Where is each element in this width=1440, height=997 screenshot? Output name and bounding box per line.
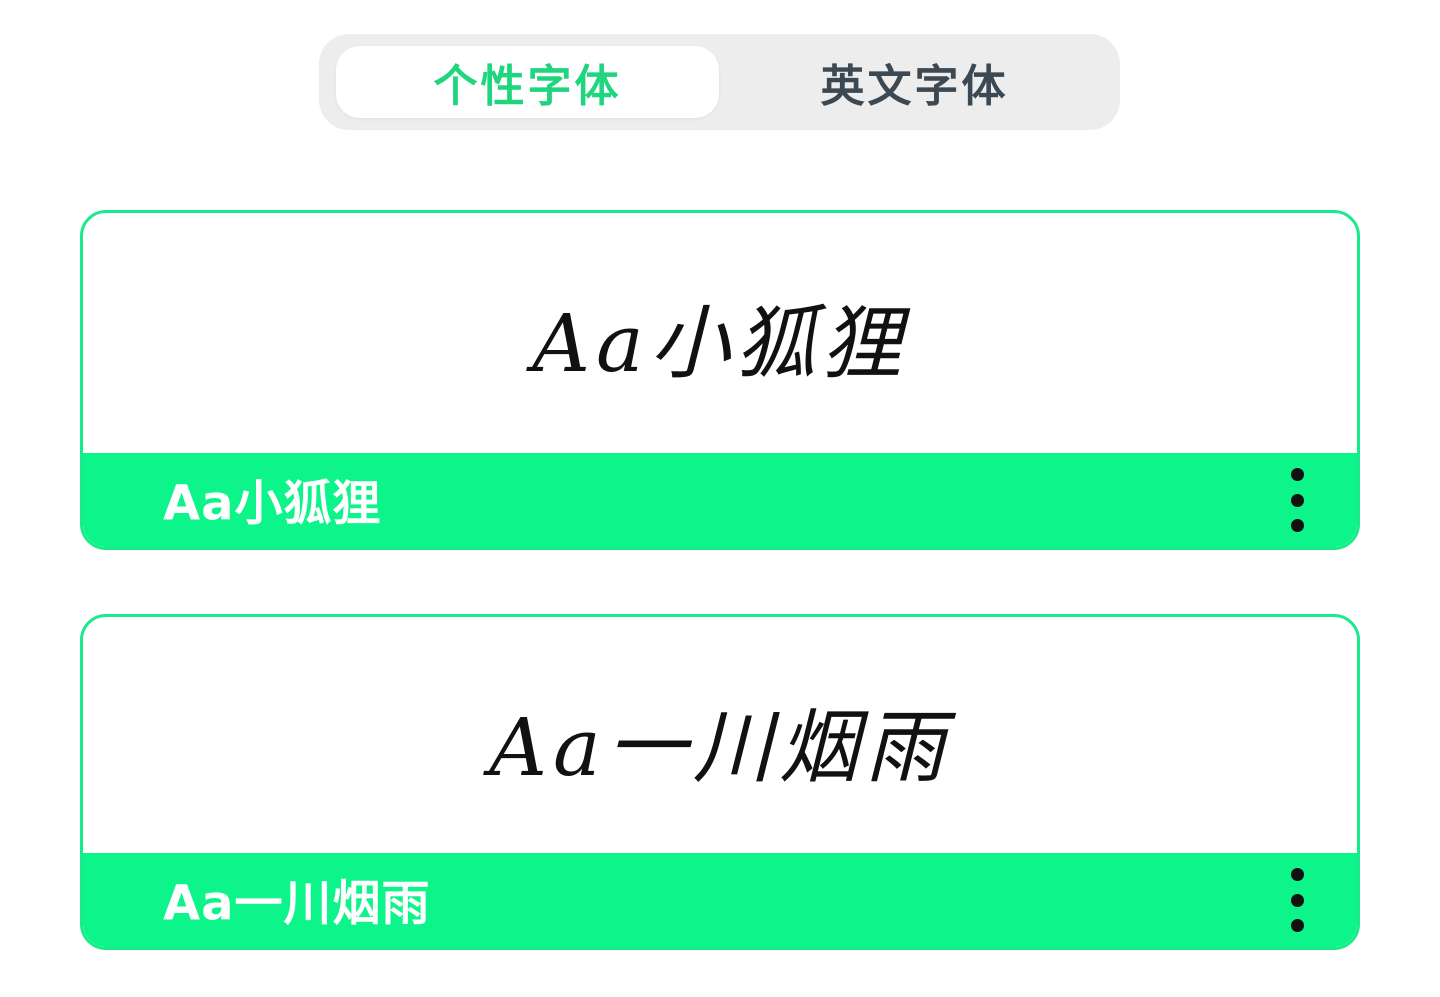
dot	[1290, 893, 1304, 907]
dot	[1290, 919, 1304, 932]
font-card[interactable]: Aa一川烟雨 Aa一川烟雨	[80, 614, 1360, 950]
font-category-tabs: 个性字体 英文字体	[319, 34, 1120, 130]
dot	[1290, 468, 1304, 481]
tab-label: 英文字体	[820, 61, 1009, 112]
font-preview: Aa小狐狸	[83, 213, 1357, 456]
tab-label: 个性字体	[433, 61, 622, 112]
font-name: Aa一川烟雨	[163, 875, 431, 932]
font-name: Aa小狐狸	[163, 475, 382, 532]
font-preview: Aa一川烟雨	[83, 617, 1357, 860]
dot	[1290, 519, 1304, 532]
dot	[1290, 493, 1304, 507]
tab-english-fonts[interactable]: 英文字体	[723, 46, 1106, 118]
tab-personal-fonts[interactable]: 个性字体	[336, 46, 719, 118]
dot	[1290, 868, 1304, 881]
font-preview-text: Aa一川烟雨	[489, 700, 951, 794]
more-vertical-icon[interactable]	[1285, 468, 1309, 532]
font-preview-text: Aa小狐狸	[532, 296, 908, 390]
font-card[interactable]: Aa小狐狸 Aa小狐狸	[80, 210, 1360, 550]
font-card-footer: Aa一川烟雨	[83, 853, 1357, 947]
more-vertical-icon[interactable]	[1285, 868, 1309, 932]
font-card-footer: Aa小狐狸	[83, 453, 1357, 547]
